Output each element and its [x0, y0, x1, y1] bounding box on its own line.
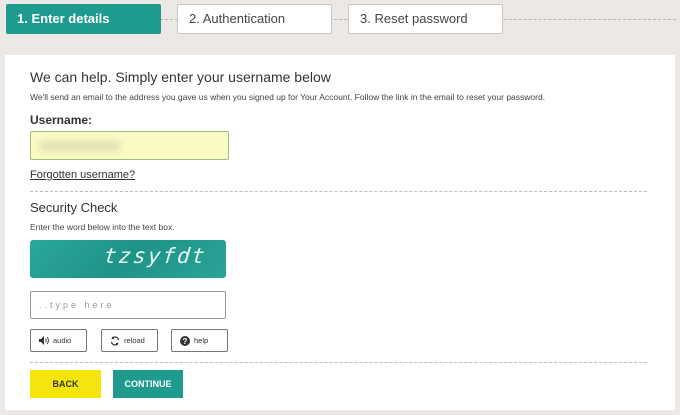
form-description: We'll send an email to the address you g… — [30, 92, 546, 102]
back-button[interactable]: BACK — [30, 370, 101, 398]
username-label: Username: — [30, 113, 93, 127]
continue-button[interactable]: CONTINUE — [113, 370, 183, 398]
help-label: help — [194, 336, 209, 345]
captcha-image: tzsyfdt — [30, 240, 226, 278]
reload-icon — [110, 335, 120, 346]
security-heading: Security Check — [30, 200, 118, 215]
divider — [30, 362, 647, 363]
help-icon: ? — [180, 335, 190, 346]
form-panel: We can help. Simply enter your username … — [5, 55, 675, 410]
speaker-icon — [39, 336, 49, 346]
form-heading: We can help. Simply enter your username … — [30, 69, 331, 85]
reload-label: reload — [124, 336, 145, 345]
username-input[interactable] — [30, 131, 229, 160]
help-button[interactable]: ? help — [171, 329, 228, 352]
audio-label: audio — [53, 336, 72, 345]
divider — [30, 191, 647, 192]
progress-steps: 1. Enter details 2. Authentication 3. Re… — [0, 0, 680, 42]
username-redacted-value — [39, 140, 121, 152]
step-authentication: 2. Authentication — [177, 4, 332, 34]
reload-button[interactable]: reload — [101, 329, 158, 352]
captcha-input[interactable] — [30, 291, 226, 319]
svg-text:?: ? — [183, 337, 188, 346]
captcha-word: tzsyfdt — [102, 244, 208, 268]
audio-button[interactable]: audio — [30, 329, 87, 352]
step-enter-details: 1. Enter details — [6, 4, 161, 34]
forgotten-username-link[interactable]: Forgotten username? — [30, 169, 135, 181]
step-reset-password: 3. Reset password — [348, 4, 503, 34]
security-description: Enter the word below into the text box. — [30, 222, 175, 232]
